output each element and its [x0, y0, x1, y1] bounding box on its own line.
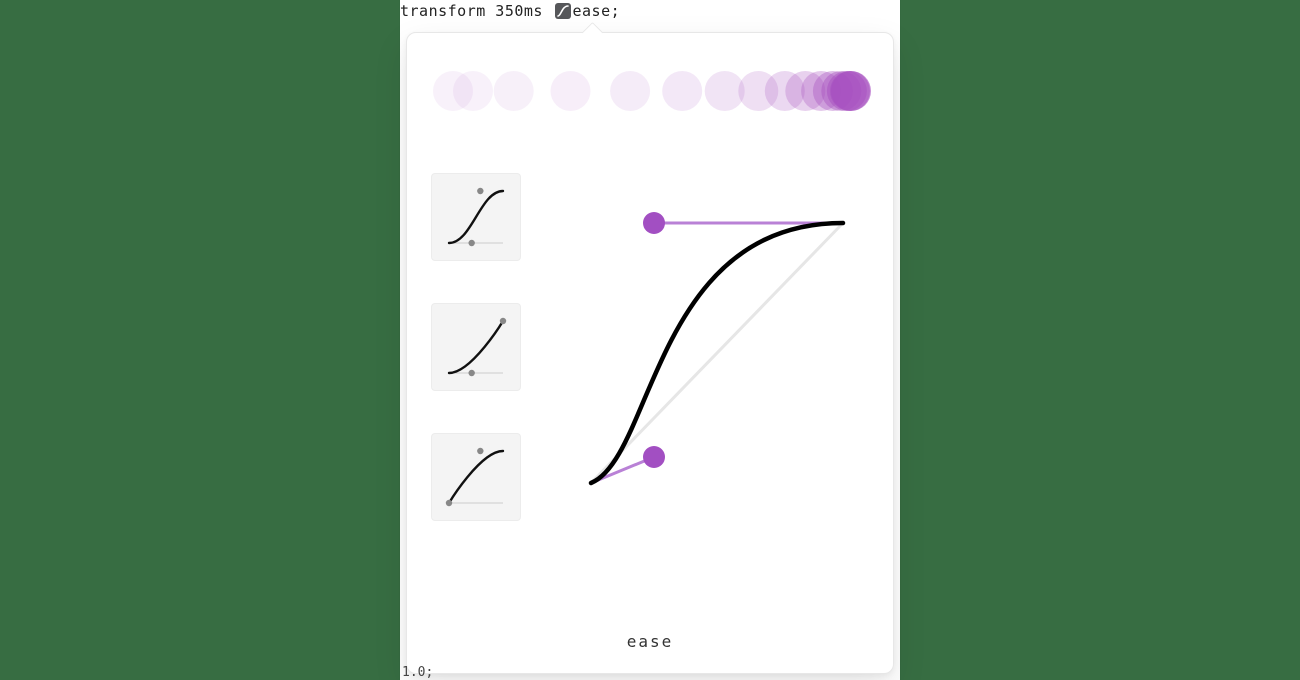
easing-editor-popover: ease — [406, 32, 894, 674]
code-fragment-bottom: 1.0; — [402, 665, 433, 680]
easing-preview-strip — [431, 61, 869, 121]
curve-name-label: ease — [407, 632, 893, 651]
preset-curve-icon — [441, 443, 511, 511]
bezier-handle-p2[interactable] — [643, 212, 665, 234]
preset-list — [431, 173, 531, 521]
preset-ease-out[interactable] — [431, 433, 521, 521]
easing-swatch[interactable] — [555, 3, 571, 19]
code-after: ease; — [573, 2, 621, 20]
code-before: transform 350ms — [400, 2, 553, 20]
stage: transform 350ms ease; ease 1 — [400, 0, 900, 680]
preview-circles — [431, 61, 871, 121]
preset-ease-in-out[interactable] — [431, 173, 521, 261]
bezier-handle-p1[interactable] — [643, 446, 665, 468]
preset-curve-icon — [441, 183, 511, 251]
bezier-editor[interactable] — [577, 193, 857, 513]
bezier-editor-canvas — [577, 193, 857, 513]
css-code-line: transform 350ms ease; — [400, 0, 620, 22]
easing-curve-icon — [557, 5, 569, 17]
preset-curve-icon — [441, 313, 511, 381]
preset-ease-in[interactable] — [431, 303, 521, 391]
